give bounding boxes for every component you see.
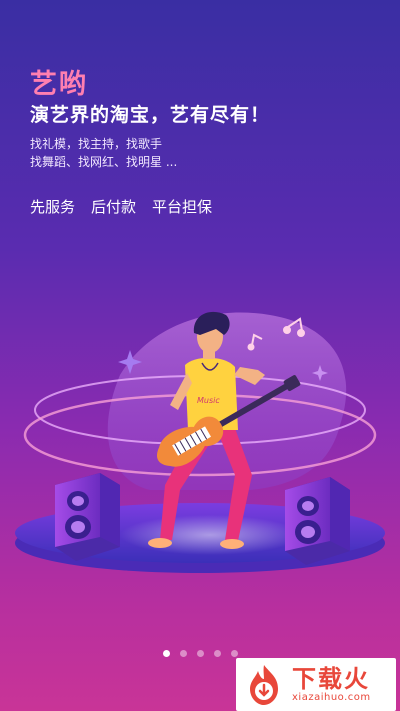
page-indicator — [0, 650, 400, 657]
subtitle-line-1: 找礼模，找主持，找歌手 — [30, 137, 163, 151]
headline: 演艺界的淘宝，艺有尽有！ — [30, 104, 271, 126]
left-speaker — [55, 473, 120, 561]
watermark-title: 下载火 — [292, 665, 370, 693]
right-speaker — [285, 477, 350, 565]
feature-pay-later: 后付款 — [91, 198, 137, 216]
page-dot-3[interactable] — [196, 650, 204, 657]
page-dot-1[interactable] — [162, 650, 170, 657]
page-dot-5[interactable] — [230, 650, 238, 657]
subtitle-line-2: 找舞蹈、找网红、找明星 ... — [30, 155, 178, 169]
stage-glow — [120, 515, 300, 555]
feature-platform-guarantee: 平台担保 — [152, 198, 213, 216]
watermark-url: xiazaihuo.com — [292, 692, 371, 703]
flame-logo-icon — [250, 664, 278, 705]
page-dot-2[interactable] — [179, 650, 187, 657]
page-dot-4[interactable] — [213, 650, 221, 657]
guitarist-illustration: Music — [15, 311, 385, 573]
watermark-badge: 下载火 xiazaihuo.com — [236, 658, 396, 711]
feature-list: 先服务 后付款 平台担保 — [30, 196, 212, 217]
shirt-text: Music — [197, 396, 220, 405]
feature-serve-first: 先服务 — [30, 198, 76, 216]
brand-title: 艺哟 — [30, 69, 88, 100]
